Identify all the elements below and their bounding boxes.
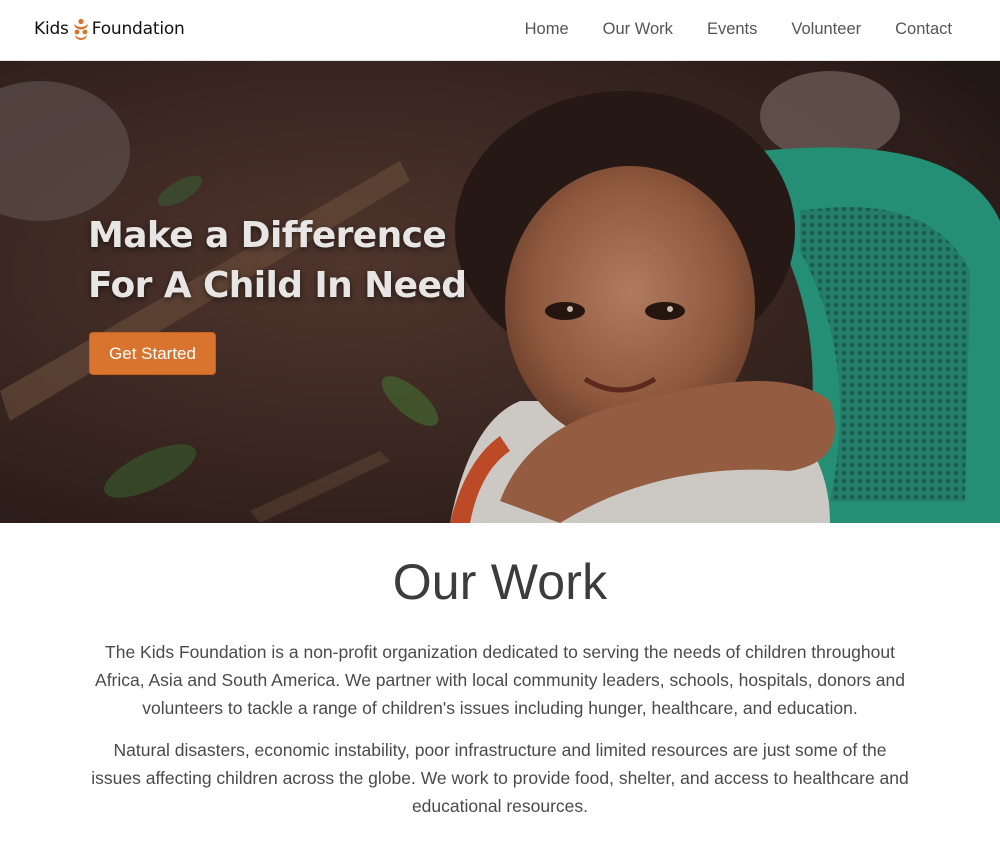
brand-name-foundation: Foundation (91, 19, 185, 39)
nav-menu: Home Our Work Events Volunteer Contact (491, 17, 952, 41)
people-logo-icon (72, 18, 90, 40)
hero-heading: Make a Difference For A Child In Need (88, 211, 467, 311)
hero-heading-line1: Make a Difference (88, 215, 447, 256)
brand-logo-link[interactable]: Kids Foundation (34, 16, 185, 42)
our-work-heading: Our Work (392, 554, 608, 610)
get-started-button[interactable]: Get Started (89, 332, 216, 375)
nav-link-contact[interactable]: Contact (895, 17, 952, 41)
brand-name-kids: Kids (34, 19, 69, 39)
nav-link-volunteer[interactable]: Volunteer (791, 17, 861, 41)
our-work-paragraph-1: The Kids Foundation is a non-profit orga… (95, 642, 905, 718)
top-navbar: Kids Foundation Home Our Work Events Vol… (0, 0, 1000, 61)
our-work-paragraph-2: Natural disasters, economic instability,… (91, 740, 909, 816)
nav-link-events[interactable]: Events (707, 17, 757, 41)
nav-link-home[interactable]: Home (525, 17, 569, 41)
nav-link-our-work[interactable]: Our Work (603, 17, 673, 41)
hero-heading-line2: For A Child In Need (88, 265, 467, 306)
hero-banner: Make a Difference For A Child In Need Ge… (0, 61, 1000, 523)
